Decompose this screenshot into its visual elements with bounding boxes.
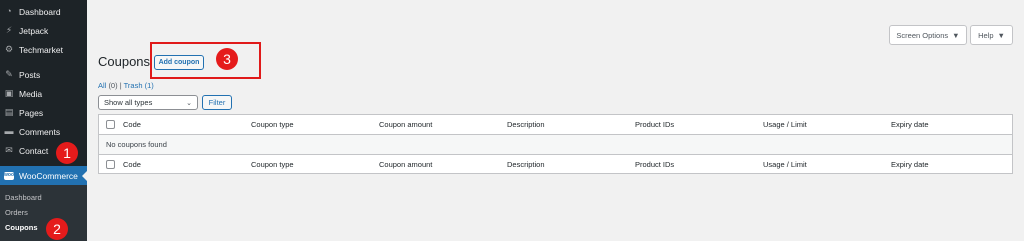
column-footer-coupon-type: Coupon type <box>251 160 294 169</box>
screen-options-button[interactable]: Screen Options ▼ <box>889 25 967 45</box>
no-items-message: No coupons found <box>106 140 167 149</box>
menu-item-comments[interactable]: ▬ Comments <box>0 122 87 141</box>
caret-down-icon: ▼ <box>997 30 1005 40</box>
menu-label: Techmarket <box>19 44 63 55</box>
menu-item-posts[interactable]: ✎ Posts <box>0 65 87 84</box>
add-coupon-button[interactable]: Add coupon <box>154 55 204 70</box>
coupon-type-select[interactable]: Show all types ⌄ <box>98 95 198 110</box>
status-filter-links: All (0) | Trash (1) <box>98 81 154 90</box>
coupon-type-value: Show all types <box>104 98 153 107</box>
column-header-expiry-date: Expiry date <box>891 120 929 129</box>
column-footer-product-ids: Product IDs <box>635 160 675 169</box>
column-footer-description: Description <box>507 160 545 169</box>
woo-logo: woo <box>4 171 14 180</box>
menu-label: Comments <box>19 126 61 137</box>
filter-all-label: All <box>98 81 107 90</box>
page-title: Coupons <box>98 54 151 69</box>
menu-item-jetpack[interactable]: ⚡ Jetpack <box>0 21 87 40</box>
column-footer-coupon-amount: Coupon amount <box>379 160 433 169</box>
column-footer-expiry-date: Expiry date <box>891 160 929 169</box>
submenu-item-orders[interactable]: Orders <box>5 208 28 217</box>
chevron-down-icon: ⌄ <box>186 100 192 107</box>
column-header-usage-limit: Usage / Limit <box>763 120 807 129</box>
menu-label: Jetpack <box>19 25 49 36</box>
admin-sidebar: ◔ Dashboard ⚡ Jetpack ⚙ Techmarket ✎ Pos… <box>0 0 87 241</box>
menu-label: Contact <box>19 145 49 156</box>
column-header-coupon-type: Coupon type <box>251 120 294 129</box>
media-icon: ▣ <box>4 88 14 98</box>
filter-all-count: (0) <box>108 81 118 90</box>
column-footer-code[interactable]: Code <box>123 160 141 169</box>
menu-label: Posts <box>19 69 41 80</box>
woocommerce-submenu: Dashboard Orders Coupons <box>0 185 87 241</box>
help-button[interactable]: Help ▼ <box>970 25 1013 45</box>
active-menu-arrow <box>82 171 87 181</box>
select-all-checkbox[interactable] <box>106 120 115 129</box>
menu-label: Dashboard <box>19 6 61 17</box>
menu-label: Pages <box>19 107 44 118</box>
column-footer-usage-limit: Usage / Limit <box>763 160 807 169</box>
step-marker-1: 1 <box>56 142 78 164</box>
gear-icon: ⚙ <box>4 44 14 54</box>
select-all-checkbox[interactable] <box>106 160 115 169</box>
menu-item-media[interactable]: ▣ Media <box>0 84 87 103</box>
caret-down-icon: ▼ <box>952 30 960 40</box>
menu-item-woocommerce[interactable]: woo WooCommerce <box>0 166 87 185</box>
menu-label: Media <box>19 88 43 99</box>
comments-icon: ▬ <box>4 126 14 136</box>
mail-icon: ✉ <box>5 145 13 155</box>
woocommerce-icon: woo <box>4 171 14 181</box>
filter-all-link[interactable]: All <box>98 81 106 90</box>
column-header-coupon-amount: Coupon amount <box>379 120 433 129</box>
column-header-product-ids: Product IDs <box>635 120 675 129</box>
menu-label: WooCommerce <box>19 170 78 181</box>
filter-trash-count: (1) <box>144 81 154 90</box>
table-row-empty: No coupons found <box>99 135 1012 155</box>
pin-icon: ✎ <box>5 69 13 79</box>
filter-trash-label: Trash <box>123 81 143 90</box>
menu-item-dashboard[interactable]: ◔ Dashboard <box>0 2 87 21</box>
dashboard-icon: ◔ <box>6 6 12 16</box>
menu-item-pages[interactable]: ▤ Pages <box>0 103 87 122</box>
submenu-item-coupons[interactable]: Coupons <box>5 223 38 232</box>
screen-options-label: Screen Options <box>896 30 949 40</box>
column-header-code[interactable]: Code <box>123 120 141 129</box>
help-label: Help <box>978 30 994 40</box>
step-marker-2: 2 <box>46 218 68 240</box>
table-footer-row: Code Coupon type Coupon amount Descripti… <box>99 154 1012 174</box>
coupons-table: Code Coupon type Coupon amount Descripti… <box>98 114 1013 174</box>
submenu-item-dashboard[interactable]: Dashboard <box>5 193 42 202</box>
column-header-description: Description <box>507 120 545 129</box>
table-header-row: Code Coupon type Coupon amount Descripti… <box>99 115 1012 135</box>
pages-icon: ▤ <box>4 107 14 117</box>
filter-button[interactable]: Filter <box>202 95 232 110</box>
filter-separator: | <box>119 81 122 90</box>
jetpack-icon: ⚡ <box>5 25 13 35</box>
menu-item-techmarket[interactable]: ⚙ Techmarket <box>0 40 87 59</box>
filter-trash-link[interactable]: Trash (1) <box>124 81 154 90</box>
